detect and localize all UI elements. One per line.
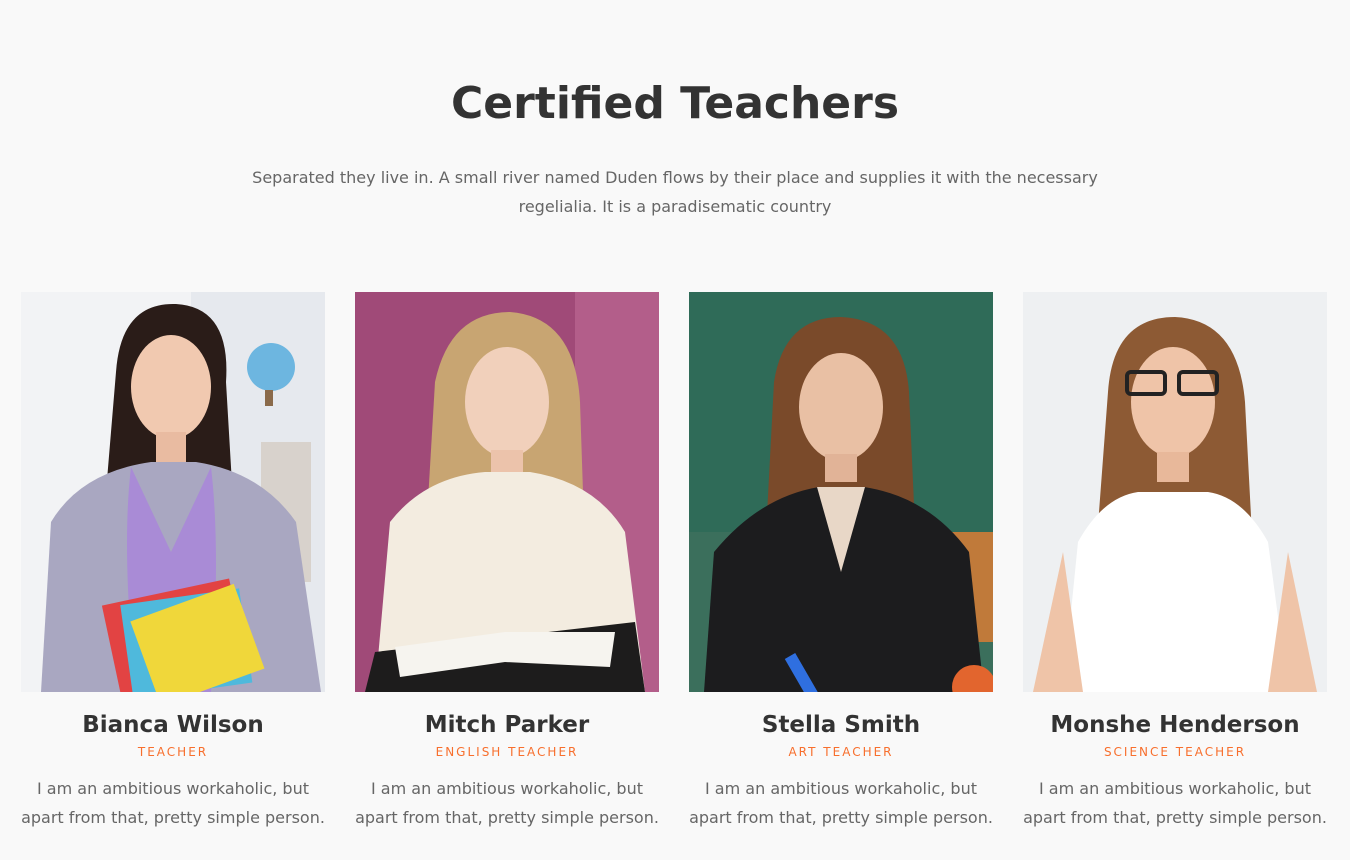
teacher-bio: I am an ambitious workaholic, but apart … (1023, 779, 1327, 827)
teacher-role: ART TEACHER (788, 745, 894, 759)
teacher-bio: I am an ambitious workaholic, but apart … (355, 779, 659, 827)
section-title: Certified Teachers (450, 78, 900, 129)
teacher-photo (1023, 292, 1327, 692)
teacher-bio: I am an ambitious workaholic, but apart … (21, 779, 325, 827)
section-intro: Separated they live in. A small river na… (252, 168, 1098, 216)
teacher-card[interactable]: Stella Smith ART TEACHER I am an ambitio… (689, 292, 993, 832)
teacher-name[interactable]: Bianca Wilson (21, 710, 325, 740)
teacher-role: SCIENCE TEACHER (1103, 745, 1247, 759)
teacher-card[interactable]: Monshe Henderson SCIENCE TEACHER I am an… (1023, 292, 1327, 832)
teacher-photo (355, 292, 659, 692)
teacher-name[interactable]: Monshe Henderson (1023, 710, 1327, 740)
teacher-card[interactable]: Bianca Wilson TEACHER I am an ambitious … (21, 292, 325, 832)
teacher-name[interactable]: Mitch Parker (355, 710, 659, 740)
teacher-role: TEACHER (137, 745, 209, 759)
teacher-photo (21, 292, 325, 692)
teacher-bio: I am an ambitious workaholic, but apart … (689, 779, 993, 827)
teachers-section: Certified Teachers Separated they live i… (0, 0, 1350, 860)
teacher-name[interactable]: Stella Smith (689, 710, 993, 740)
teacher-role: ENGLISH TEACHER (435, 745, 579, 759)
teacher-card[interactable]: Mitch Parker ENGLISH TEACHER I am an amb… (355, 292, 659, 832)
teacher-photo (689, 292, 993, 692)
